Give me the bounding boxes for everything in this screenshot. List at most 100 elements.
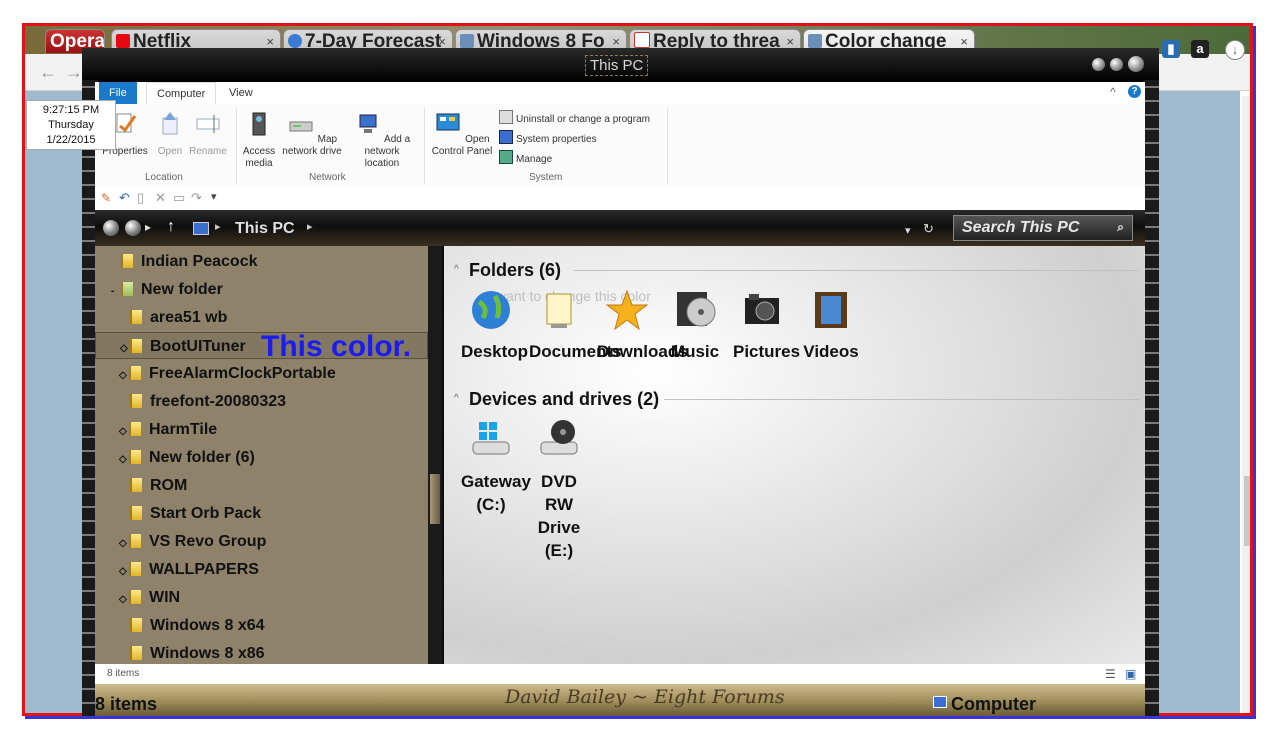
search-placeholder: Search This PC [962, 219, 1080, 236]
nav-item-selected[interactable]: ◇ BootUITuner This color. [95, 332, 428, 362]
rename-small-icon[interactable]: ▭ [173, 190, 185, 206]
search-icon[interactable]: ⌕ [1117, 220, 1124, 235]
scrollbar-thumb[interactable] [1244, 476, 1250, 546]
large-icons-view-icon[interactable]: ▣ [1125, 664, 1136, 684]
nav-item[interactable]: ◇ WIN [95, 584, 428, 611]
weather-icon [288, 34, 302, 48]
ribbon: File Computer View ^ ? Properties Open R… [95, 82, 1145, 210]
breadcrumb-chevron-icon[interactable]: ▸ [215, 220, 221, 233]
tile-label: Videos [803, 342, 859, 361]
network-location-icon [359, 114, 377, 133]
map-network-drive-button[interactable]: Map network drive [280, 110, 344, 158]
back-button[interactable] [103, 220, 119, 236]
nav-item[interactable]: ◇ VS Revo Group [95, 528, 428, 555]
redo-icon[interactable]: ↷ [191, 190, 202, 206]
recent-locations-icon[interactable]: ▸ [145, 220, 151, 234]
devices-group-title[interactable]: Devices and drives (2) [469, 389, 659, 410]
folder-music[interactable]: Music [665, 288, 725, 363]
up-arrow-icon[interactable]: ↑ [167, 218, 175, 236]
expand-icon[interactable]: ◇ [120, 335, 130, 362]
collapse-ribbon-icon[interactable]: ^ [1110, 85, 1116, 99]
expand-icon[interactable]: ◇ [119, 530, 129, 557]
button-label: Manage [516, 154, 553, 165]
nav-item[interactable]: Windows 8 x64 [95, 612, 428, 639]
help-icon[interactable]: ? [1128, 85, 1141, 98]
nav-item[interactable]: Start Orb Pack [95, 500, 428, 527]
nav-scrollbar[interactable] [428, 246, 442, 664]
drive-e[interactable]: DVD RW Drive (E:) [529, 418, 589, 562]
folders-group-title[interactable]: Folders (6) [469, 260, 561, 281]
cut-icon[interactable]: ✕ [155, 190, 166, 206]
maximize-button[interactable] [1110, 58, 1123, 71]
collapse-group-icon[interactable]: ^ [454, 264, 459, 275]
nav-item[interactable]: ◇ FreeAlarmClockPortable [95, 360, 428, 387]
expand-icon[interactable]: ◇ [119, 418, 129, 445]
manage-button[interactable]: Manage [499, 150, 552, 165]
nav-item[interactable]: ◇ HarmTile [95, 416, 428, 443]
collapse-group-icon[interactable]: ^ [454, 393, 459, 404]
breadcrumb-chevron-icon[interactable]: ▸ [307, 220, 313, 233]
expand-icon[interactable]: ◇ [119, 586, 129, 613]
nav-item[interactable]: - New folder [95, 276, 428, 303]
open-control-panel-button[interactable]: Open Control Panel [428, 110, 496, 158]
bookmarks-icon[interactable]: ▮ [1162, 40, 1180, 58]
nav-item-label: Windows 8 x86 [150, 645, 265, 662]
folder-icon [129, 366, 141, 380]
properties-small-icon[interactable]: ✎ [101, 191, 111, 205]
download-icon[interactable]: ↓ [1225, 40, 1245, 60]
open-button[interactable]: Open [153, 110, 187, 158]
tab-view[interactable]: View [219, 82, 263, 104]
drive-c[interactable]: Gateway (C:) [461, 418, 531, 516]
nav-item[interactable]: ROM [95, 472, 428, 499]
nav-item-label: Indian Peacock [141, 253, 258, 270]
customize-qat-icon[interactable]: ▾ [211, 190, 217, 203]
clock-day: Thursday [48, 119, 94, 131]
amazon-icon[interactable]: a [1191, 40, 1209, 58]
nav-scrollbar-thumb[interactable] [430, 474, 440, 524]
folder-pictures[interactable]: Pictures [733, 288, 800, 363]
add-network-location-button[interactable]: Add a network location [346, 110, 418, 170]
copy-icon[interactable]: ▯ [137, 190, 144, 206]
forward-arrow-icon[interactable]: → [65, 62, 83, 83]
back-arrow-icon[interactable]: ← [39, 62, 57, 83]
tab-computer[interactable]: Computer [146, 82, 217, 106]
expand-icon[interactable]: ◇ [119, 362, 129, 389]
folder-icon [129, 590, 141, 604]
uninstall-program-button[interactable]: Uninstall or change a program [499, 110, 650, 125]
folder-downloads[interactable]: Downloads [597, 288, 688, 363]
folder-icon [130, 310, 142, 324]
nav-item[interactable]: Windows 8 x86 [95, 640, 428, 664]
expand-icon[interactable]: ◇ [119, 558, 129, 585]
nav-item[interactable]: area51 wb [95, 304, 428, 331]
folder-videos[interactable]: Videos [801, 288, 861, 363]
undo-icon[interactable]: ↶ [119, 190, 130, 206]
tile-label: Pictures [733, 342, 801, 361]
folder-icon [130, 394, 142, 408]
collapse-icon[interactable]: - [111, 278, 121, 305]
nav-item[interactable]: ◇ New folder (6) [95, 444, 428, 471]
address-dropdown-icon[interactable]: ▾ [905, 224, 911, 237]
nav-item-label: Start Orb Pack [150, 505, 262, 522]
details-view-icon[interactable]: ☰ [1105, 664, 1116, 684]
rename-button[interactable]: Rename [188, 110, 228, 158]
address-path[interactable]: This PC [235, 220, 295, 238]
search-input[interactable]: Search This PC ⌕ [953, 215, 1133, 241]
access-media-button[interactable]: Access media [240, 110, 278, 170]
nav-item[interactable]: freefont-20080323 [95, 388, 428, 415]
tile-label: Gateway (C:) [461, 472, 531, 514]
refresh-icon[interactable]: ↻ [923, 221, 934, 237]
folder-icon [130, 339, 142, 353]
forward-button[interactable] [125, 220, 141, 236]
close-button[interactable] [1128, 56, 1144, 72]
expand-icon[interactable]: ◇ [119, 446, 129, 473]
folder-icon [130, 618, 142, 632]
folder-documents[interactable]: Documents [529, 288, 622, 363]
nav-item[interactable]: ◇ WALLPAPERS [95, 556, 428, 583]
minimize-button[interactable] [1092, 58, 1105, 71]
globe-icon [472, 291, 510, 329]
ribbon-tabs: File Computer View ^ ? [95, 82, 1145, 106]
folder-desktop[interactable]: Desktop [461, 288, 528, 363]
page-scrollbar[interactable] [1242, 96, 1250, 713]
nav-item[interactable]: Indian Peacock [95, 248, 428, 275]
system-properties-button[interactable]: System properties [499, 130, 597, 145]
